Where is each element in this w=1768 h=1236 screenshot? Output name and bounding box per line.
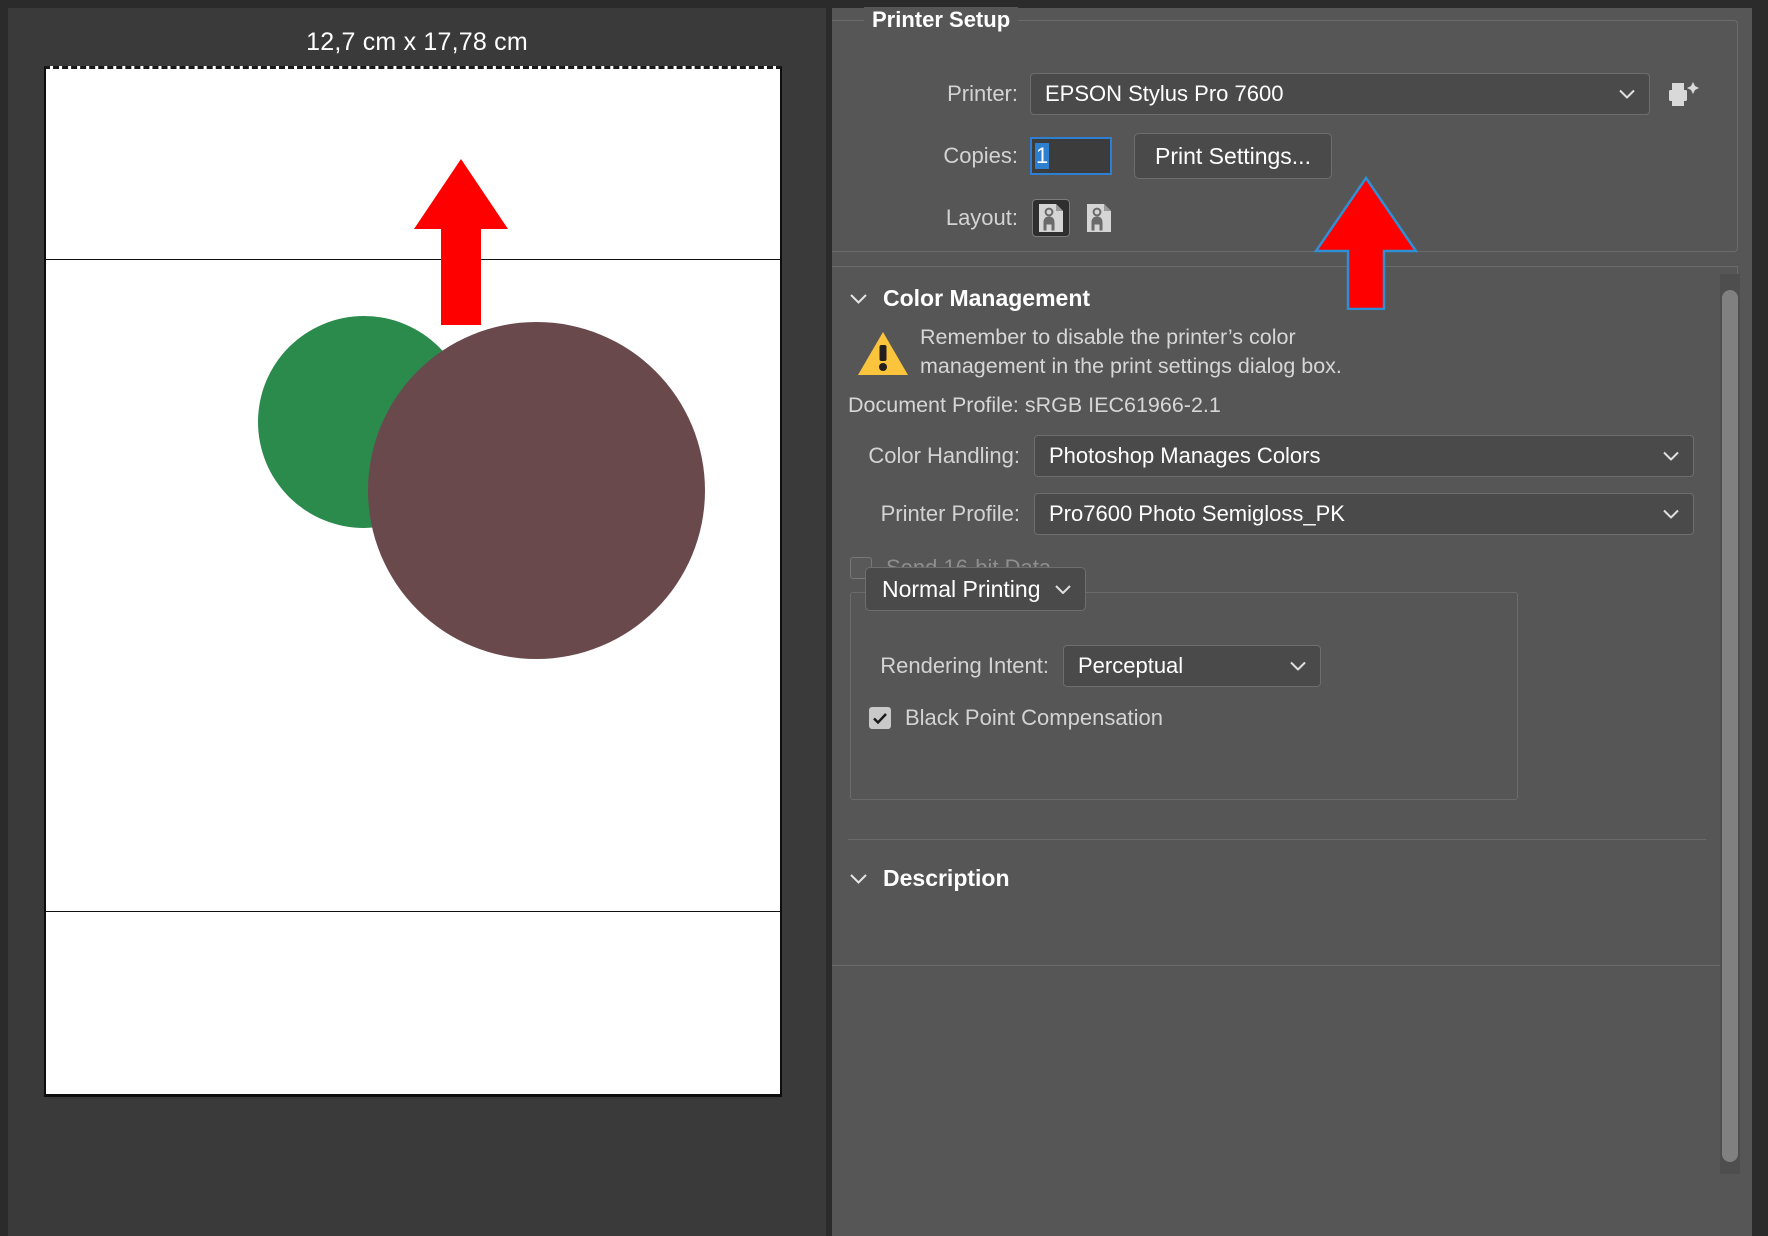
print-dialog: 12,7 cm x 17,78 cm Printer Setup Printer… bbox=[0, 0, 1768, 1236]
description-header[interactable]: Description bbox=[850, 865, 1010, 892]
bottom-margin-guide bbox=[46, 911, 780, 912]
color-management-header[interactable]: Color Management bbox=[850, 285, 1090, 312]
print-preview-pane[interactable]: 12,7 cm x 17,78 cm bbox=[8, 8, 826, 1236]
description-title: Description bbox=[883, 865, 1010, 891]
print-mode-group: Normal Printing Rendering Intent: Percep… bbox=[850, 567, 1518, 800]
color-handling-row: Color Handling: Photoshop Manages Colors bbox=[832, 435, 1718, 477]
black-point-compensation-checkbox[interactable] bbox=[869, 707, 891, 729]
print-settings-button-label: Print Settings... bbox=[1155, 142, 1311, 169]
copies-label: Copies: bbox=[943, 143, 1018, 168]
options-scrollbar-thumb[interactable] bbox=[1722, 290, 1738, 1162]
print-mode-select[interactable]: Normal Printing bbox=[865, 567, 1086, 611]
landscape-page-icon bbox=[1087, 204, 1111, 232]
check-icon bbox=[873, 712, 887, 724]
chevron-down-icon bbox=[1054, 584, 1071, 594]
printer-row: Printer: EPSON Stylus Pro 7600 bbox=[832, 73, 1738, 115]
document-profile-text: Document Profile: sRGB IEC61966-2.1 bbox=[848, 393, 1221, 417]
layout-portrait-button[interactable] bbox=[1032, 199, 1070, 237]
color-management-title: Color Management bbox=[883, 285, 1091, 311]
printer-setup-group: Printer Setup Printer: EPSON Stylus Pro … bbox=[832, 7, 1738, 252]
printer-profile-value: Pro7600 Photo Semigloss_PK bbox=[1049, 501, 1345, 526]
printer-settings-icon[interactable] bbox=[1666, 78, 1700, 110]
color-management-panel: Color Management Remember to disable the… bbox=[832, 266, 1738, 966]
rendering-intent-value: Perceptual bbox=[1078, 653, 1184, 678]
mauve-circle-shape bbox=[368, 322, 705, 659]
printer-profile-label: Printer Profile: bbox=[880, 501, 1020, 526]
layout-landscape-button[interactable] bbox=[1080, 199, 1118, 237]
copies-input-value: 1 bbox=[1035, 143, 1050, 169]
black-point-compensation-row[interactable]: Black Point Compensation bbox=[869, 705, 1163, 731]
preview-page[interactable] bbox=[44, 66, 782, 1097]
warning-triangle-icon bbox=[858, 332, 908, 375]
layout-row: Layout: bbox=[832, 199, 1738, 237]
print-mode-value: Normal Printing bbox=[882, 575, 1041, 602]
chevron-down-icon bbox=[1663, 509, 1679, 519]
copies-input[interactable]: 1 bbox=[1030, 137, 1112, 175]
layout-label: Layout: bbox=[945, 205, 1018, 230]
printer-profile-select[interactable]: Pro7600 Photo Semigloss_PK bbox=[1034, 493, 1694, 535]
printer-setup-title: Printer Setup bbox=[864, 7, 1019, 33]
color-management-warning: Remember to disable the printer’s color … bbox=[920, 325, 1342, 378]
top-margin-guide bbox=[46, 259, 780, 260]
chevron-down-icon bbox=[850, 873, 867, 884]
rendering-intent-label: Rendering Intent: bbox=[880, 653, 1049, 678]
print-settings-button[interactable]: Print Settings... bbox=[1134, 133, 1332, 179]
printer-select[interactable]: EPSON Stylus Pro 7600 bbox=[1030, 73, 1650, 115]
rendering-intent-row: Rendering Intent: Perceptual bbox=[869, 645, 1321, 687]
black-point-compensation-label: Black Point Compensation bbox=[905, 705, 1164, 730]
window-right-edge bbox=[1752, 0, 1768, 1236]
preview-highlight-arrow bbox=[414, 159, 508, 325]
section-divider bbox=[848, 839, 1706, 840]
chevron-down-icon bbox=[1290, 661, 1306, 671]
options-scrollbar[interactable] bbox=[1720, 274, 1740, 1174]
print-options-column: Printer Setup Printer: EPSON Stylus Pro … bbox=[832, 7, 1752, 1236]
portrait-page-icon bbox=[1039, 204, 1063, 232]
chevron-down-icon bbox=[1619, 89, 1635, 99]
printer-label: Printer: bbox=[947, 81, 1018, 106]
rendering-intent-select[interactable]: Perceptual bbox=[1063, 645, 1321, 687]
chevron-down-icon bbox=[850, 293, 867, 304]
color-handling-select[interactable]: Photoshop Manages Colors bbox=[1034, 435, 1694, 477]
chevron-down-icon bbox=[1663, 451, 1679, 461]
color-handling-value: Photoshop Manages Colors bbox=[1049, 443, 1321, 468]
printer-select-value: EPSON Stylus Pro 7600 bbox=[1045, 81, 1284, 106]
copies-row: Copies: 1 Print Settings... bbox=[832, 133, 1738, 179]
preview-size-label: 12,7 cm x 17,78 cm bbox=[306, 28, 528, 56]
color-handling-label: Color Handling: bbox=[868, 443, 1020, 468]
printer-profile-row: Printer Profile: Pro7600 Photo Semigloss… bbox=[832, 493, 1718, 535]
